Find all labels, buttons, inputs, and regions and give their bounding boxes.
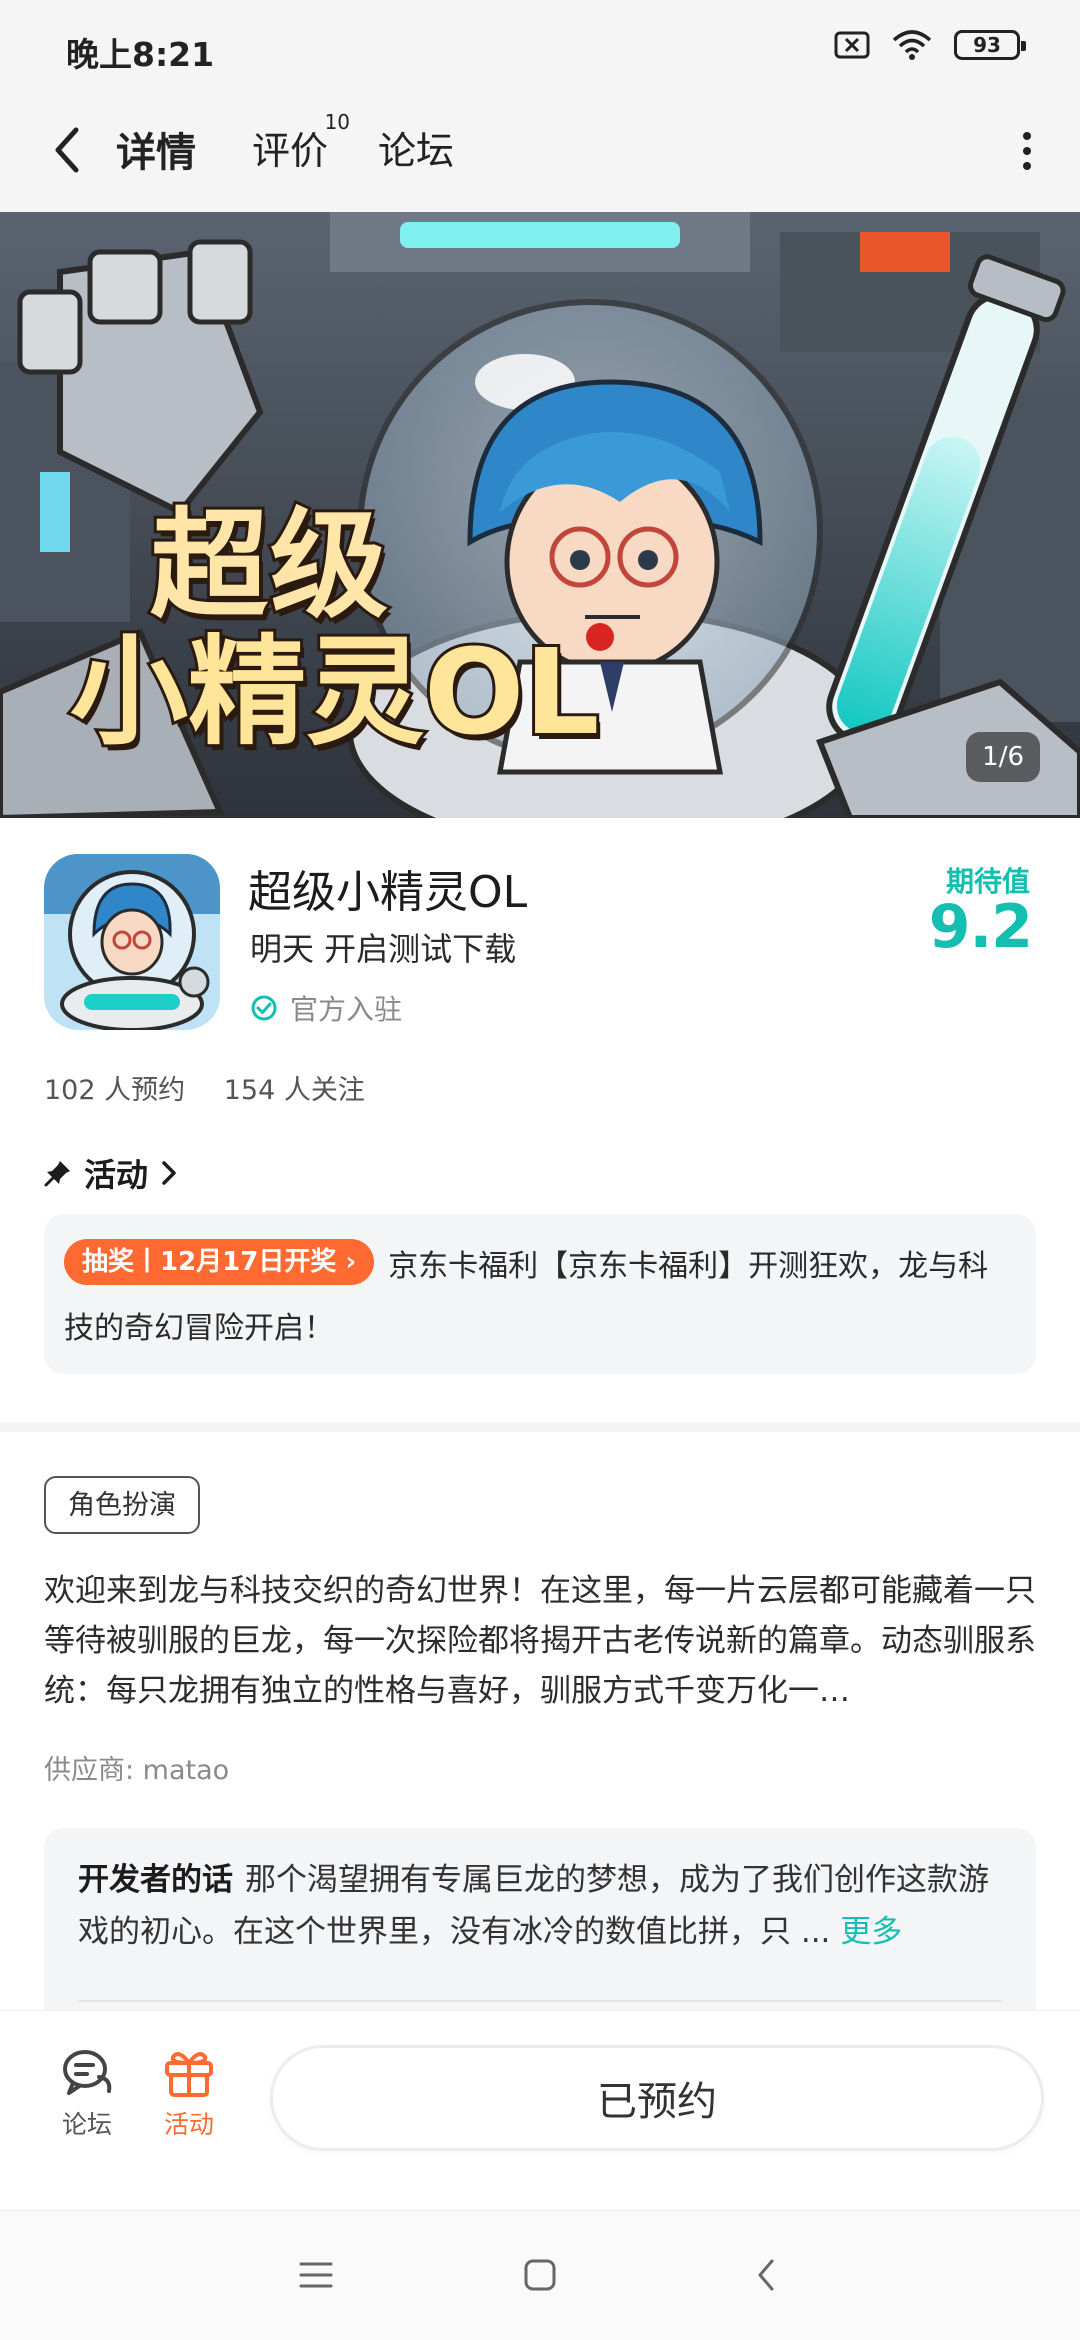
system-nav-bar <box>0 2210 1080 2340</box>
more-options-button[interactable] <box>1012 126 1042 176</box>
no-sim-icon <box>834 31 870 59</box>
activity-action-label: 活动 <box>163 2110 214 2139</box>
back-arrow-icon <box>55 127 79 173</box>
more-dot-icon <box>1023 147 1031 155</box>
banner-carousel[interactable]: 超级 小精灵OL 1/6 <box>0 212 1080 818</box>
gift-icon <box>165 2052 213 2097</box>
banner-page-indicator: 1/6 <box>966 732 1040 782</box>
more-dot-icon <box>1023 162 1031 170</box>
back-button[interactable] <box>44 120 88 180</box>
menu-icon <box>299 2262 333 2288</box>
forum-action[interactable]: 论坛 <box>42 2047 132 2141</box>
app-icon <box>44 854 220 1030</box>
more-dot-icon <box>1023 132 1031 140</box>
battery-indicator: 93 <box>954 30 1026 60</box>
top-nav: 详情 评价 10 论坛 <box>0 90 1080 212</box>
tab-forum[interactable]: 论坛 <box>378 120 454 175</box>
banner-title-line1: 超级 <box>147 496 391 634</box>
genre-tag[interactable]: 角色扮演 <box>44 1476 200 1534</box>
official-label: 官方入驻 <box>290 993 403 1026</box>
tab-forum-label: 论坛 <box>378 129 455 173</box>
home-button[interactable] <box>520 2255 560 2295</box>
forum-chat-icon <box>63 2050 112 2095</box>
provider-info: 供应商: matao <box>44 1755 230 1786</box>
forum-action-label: 论坛 <box>61 2110 112 2139</box>
verified-check-icon <box>251 995 277 1021</box>
tab-review-label: 评价 <box>252 129 329 173</box>
status-bar: 晚上8:21 93 <box>0 0 1080 90</box>
follower-count: 154 人关注 <box>223 1075 365 1106</box>
tab-detail[interactable]: 详情 <box>112 120 200 178</box>
expect-score-value: 9.2 <box>928 892 1033 962</box>
review-count-badge: 10 <box>324 110 351 134</box>
app-name: 超级小精灵OL <box>248 867 528 918</box>
activity-section-header[interactable]: 活动 <box>44 1150 178 1196</box>
reservation-count: 102 人预约 <box>44 1075 186 1106</box>
system-back-button[interactable] <box>746 2255 786 2295</box>
reserved-button[interactable]: 已预约 <box>270 2045 1044 2151</box>
app-stats: 102 人预约 154 人关注 <box>44 1068 395 1107</box>
tab-review[interactable]: 评价 10 <box>252 110 350 175</box>
game-description[interactable]: 欢迎来到龙与科技交织的奇幻世界！在这里，每一片云层都可能藏着一只等待被驯服的巨龙… <box>44 1566 1038 1716</box>
section-divider <box>0 1422 1080 1432</box>
home-square-icon <box>524 2259 556 2291</box>
menu-button[interactable] <box>296 2255 336 2295</box>
developer-note-label: 开发者的话 <box>78 1862 233 1898</box>
developer-note-card[interactable]: 开发者的话 那个渴望拥有专属巨龙的梦想，成为了我们创作这款游戏的初心。在这个世界里… <box>44 1828 1036 2028</box>
activity-action[interactable]: 活动 <box>144 2047 234 2141</box>
activity-card[interactable]: 抽奖丨12月17日开奖 › 京东卡福利【京东卡福利】开测狂欢，龙与科技的奇幻冒险开… <box>44 1214 1036 1374</box>
more-link[interactable]: 更多 <box>840 1914 902 1950</box>
developer-note: 开发者的话 那个渴望拥有专属巨龙的梦想，成为了我们创作这款游戏的初心。在这个世界里… <box>78 1854 1002 1958</box>
tab-detail-label: 详情 <box>116 130 196 176</box>
card-divider <box>78 2000 1002 2002</box>
bottom-action-bar: 论坛 活动 已预约 <box>0 2010 1080 2210</box>
chevron-right-icon <box>162 1161 176 1185</box>
banner-title-line2: 小精灵OL <box>67 623 603 762</box>
pin-icon <box>44 1161 70 1187</box>
lottery-chip-label: 抽奖丨12月17日开奖 <box>82 1247 337 1277</box>
back-triangle-icon <box>758 2259 774 2291</box>
activity-content: 抽奖丨12月17日开奖 › 京东卡福利【京东卡福利】开测狂欢，龙与科技的奇幻冒险开… <box>64 1236 1016 1360</box>
lottery-chip[interactable]: 抽奖丨12月17日开奖 › <box>64 1239 375 1285</box>
app-icon-artwork <box>44 854 220 1030</box>
wifi-icon <box>892 30 932 60</box>
activity-heading: 活动 <box>84 1156 149 1194</box>
app-release-info: 明天 开启测试下载 <box>250 930 517 968</box>
status-icons: 93 <box>834 30 1026 60</box>
official-badge: 官方入驻 <box>250 988 402 1028</box>
banner-game-title: 超级 小精灵OL <box>67 496 603 762</box>
chip-chevron-icon: › <box>345 1247 357 1277</box>
status-time: 晚上8:21 <box>66 35 215 74</box>
